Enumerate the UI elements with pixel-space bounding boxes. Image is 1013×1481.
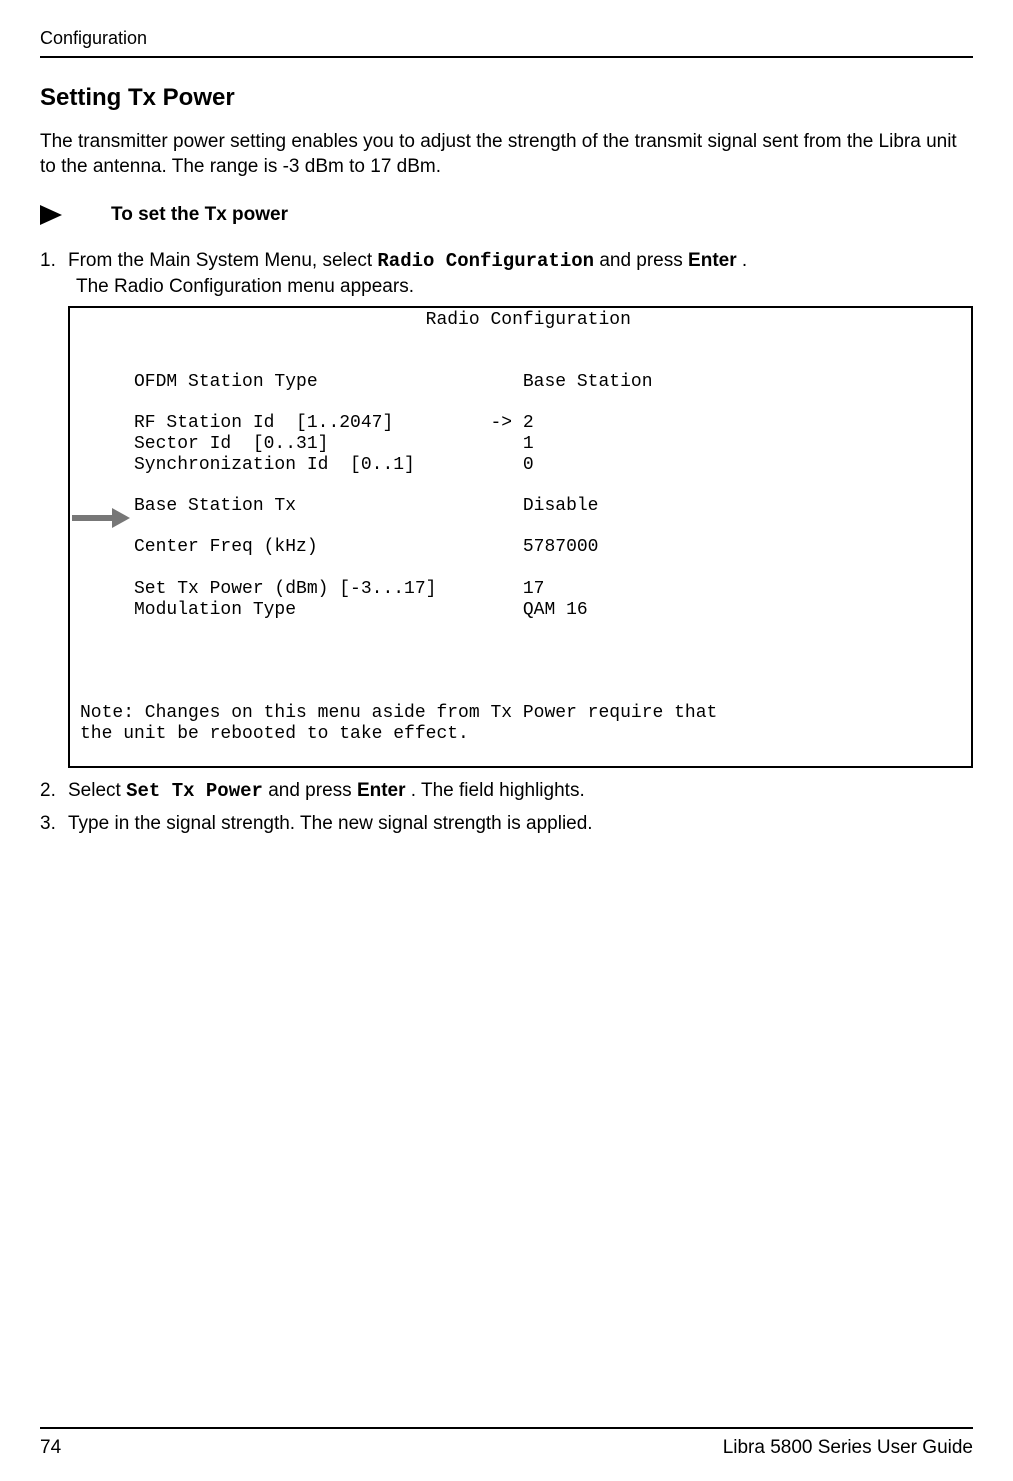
page: Configuration Setting Tx Power The trans… — [0, 0, 1013, 1481]
step-1-result: The Radio Configuration menu appears. — [76, 274, 973, 300]
step-2-key: Enter — [357, 780, 406, 801]
step-1-text: From the Main System Menu, select Radio … — [68, 250, 747, 271]
step-2-post: . The field highlights. — [411, 780, 585, 801]
terminal-line: Sector Id [0..31] 1 — [80, 434, 961, 455]
terminal-line: RF Station Id [1..2047] -> 2 — [80, 413, 961, 434]
pointer-arrow-icon — [72, 508, 130, 528]
terminal-line: Modulation Type QAM 16 — [80, 600, 961, 621]
section-title: Setting Tx Power — [40, 82, 973, 114]
step-1-pre: From the Main System Menu, select — [68, 250, 377, 271]
terminal-note: the unit be rebooted to take effect. — [80, 724, 961, 745]
terminal-line: Set Tx Power (dBm) [-3...17] 17 — [80, 579, 961, 600]
step-1-cmd: Radio Configuration — [377, 250, 594, 272]
intro-paragraph: The transmitter power setting enables yo… — [40, 129, 973, 180]
page-footer: 74 Libra 5800 Series User Guide — [40, 1427, 973, 1461]
terminal-note: Note: Changes on this menu aside from Tx… — [80, 703, 961, 724]
procedure-heading: To set the Tx power — [40, 202, 973, 228]
doc-title: Libra 5800 Series User Guide — [723, 1435, 973, 1461]
terminal-box: Radio Configuration OFDM Station Type Ba… — [68, 306, 973, 768]
step-1-mid: and press — [599, 250, 688, 271]
step-2-mid: and press — [268, 780, 357, 801]
running-header: Configuration — [40, 26, 973, 58]
step-2: Select Set Tx Power and press Enter . Th… — [40, 778, 973, 805]
terminal-line: Synchronization Id [0..1] 0 — [80, 455, 961, 476]
step-1-key: Enter — [688, 250, 737, 271]
step-3: Type in the signal strength. The new sig… — [40, 811, 973, 837]
step-1-post: . — [742, 250, 747, 271]
play-arrow-icon — [40, 205, 66, 225]
terminal-line: OFDM Station Type Base Station — [80, 372, 961, 393]
step-2-pre: Select — [68, 780, 126, 801]
procedure-label: To set the Tx power — [111, 202, 288, 228]
terminal-line: Center Freq (kHz) 5787000 — [80, 537, 961, 558]
step-1: From the Main System Menu, select Radio … — [40, 248, 973, 769]
page-number: 74 — [40, 1435, 61, 1461]
terminal-figure: Radio Configuration OFDM Station Type Ba… — [68, 306, 973, 768]
step-2-cmd: Set Tx Power — [126, 780, 263, 802]
terminal-title: Radio Configuration — [80, 310, 961, 331]
steps-list: From the Main System Menu, select Radio … — [40, 248, 973, 837]
terminal-line: Base Station Tx Disable — [80, 496, 961, 517]
